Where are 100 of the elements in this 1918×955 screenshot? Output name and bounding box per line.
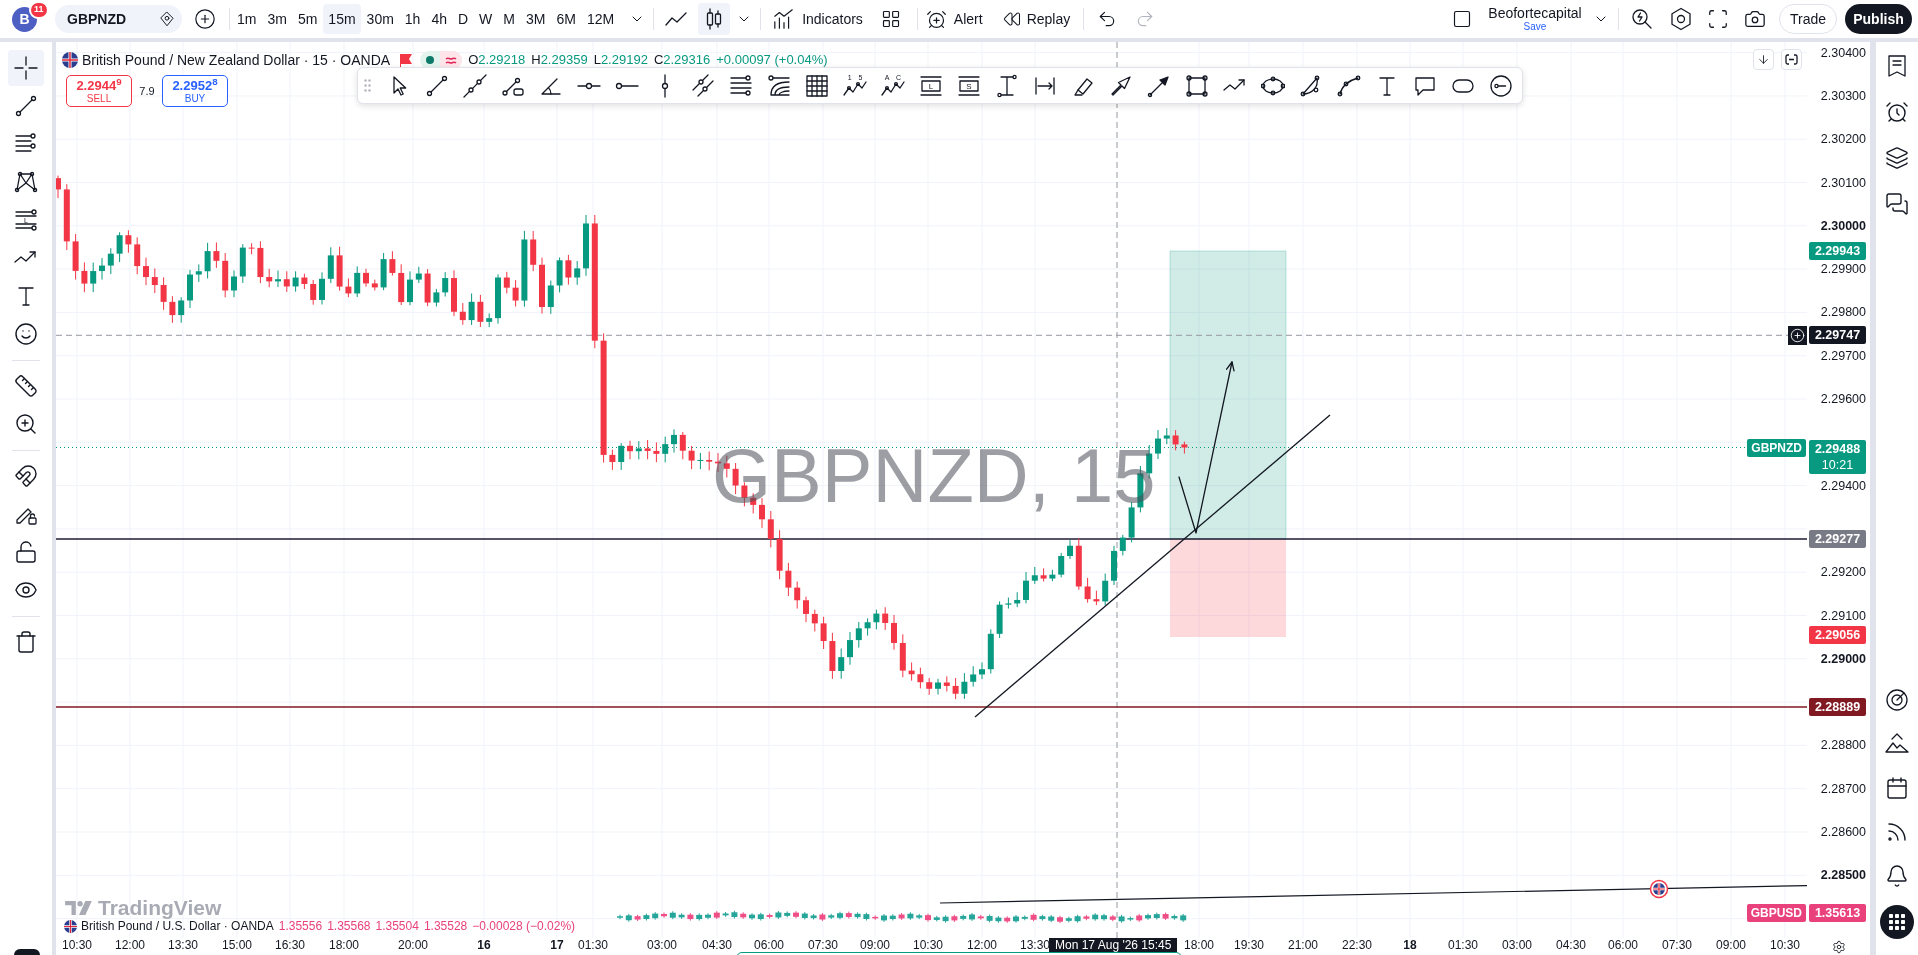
pattern-icon[interactable] (14, 170, 38, 194)
trash-icon[interactable] (14, 630, 38, 654)
interval-tab[interactable]: 1m (232, 4, 262, 34)
price-label: 2.28600 (1820, 824, 1866, 840)
alarm-clock-icon[interactable] (925, 8, 947, 30)
time-label: 06:00 (1608, 938, 1638, 952)
layout-square-icon[interactable] (1452, 9, 1472, 29)
diamond-icon[interactable] (158, 10, 176, 28)
frame-icon[interactable] (1785, 54, 1798, 65)
interval-tab[interactable]: 15m (323, 4, 361, 34)
publish-button[interactable]: Publish (1845, 4, 1912, 34)
time-label: 12:00 (115, 938, 145, 952)
indicators-icon[interactable] (773, 8, 796, 30)
interval-tab[interactable]: 12M (581, 4, 620, 34)
price-label: 2.28500 (1820, 867, 1866, 884)
save-link[interactable]: Save (1523, 22, 1547, 32)
layout-grid-icon[interactable] (880, 9, 901, 29)
alert-button[interactable]: Alert (925, 4, 983, 34)
sell-button[interactable]: 2.2944$^{9}$ SELL (66, 75, 132, 107)
price-label: 2.29900 (1820, 261, 1866, 278)
interval-tab[interactable]: 5m (292, 4, 323, 34)
price-tag: 2.29277 (1809, 530, 1866, 548)
interval-tab[interactable]: 1h (399, 4, 426, 34)
arrow-path[interactable] (1178, 361, 1235, 534)
mountains-icon[interactable] (1885, 732, 1909, 756)
spread-value: 7.9 (138, 83, 156, 99)
magnet-icon[interactable] (14, 464, 38, 488)
parallel-lines-icon[interactable] (691, 73, 715, 98)
alarm-clock-icon[interactable] (1885, 100, 1909, 124)
interval-tab[interactable]: W (474, 4, 498, 34)
profit-zone[interactable] (1169, 250, 1287, 540)
zoom-in-icon[interactable] (14, 412, 38, 436)
arc-icon[interactable] (1337, 73, 1361, 98)
signal-waves-icon[interactable] (1885, 820, 1909, 844)
apps-icon[interactable] (1880, 905, 1914, 939)
time-label: 10:30 (913, 938, 943, 952)
price-change: +0.00097 (+0.04%) (716, 51, 828, 70)
smiley-icon[interactable] (14, 322, 38, 346)
drag-handle-icon[interactable] (364, 79, 371, 92)
interval-tab[interactable]: 4h (426, 4, 452, 34)
interval-tab[interactable]: 3M (521, 4, 551, 34)
time-label: 20:00 (398, 938, 428, 952)
logo-icon (65, 899, 93, 916)
crosshair-time-label: Mon 17 Aug '26 15:45 (1049, 938, 1178, 952)
interval-tab[interactable]: D (453, 4, 474, 34)
crosshair-icon[interactable] (14, 56, 38, 80)
target-icon[interactable] (1885, 688, 1909, 712)
quick-search-icon[interactable] (1630, 7, 1654, 31)
settings-icon[interactable] (1669, 7, 1693, 31)
price-label: 2.28800 (1820, 737, 1866, 754)
flag-icon[interactable] (400, 53, 413, 67)
buy-button[interactable]: 2.2952$^{8}$ BUY (162, 75, 228, 107)
fib-lines-icon[interactable] (729, 73, 753, 98)
interval-tab[interactable]: 30m (361, 4, 399, 34)
trend-line-icon[interactable] (14, 94, 38, 118)
crosshair-button[interactable] (8, 50, 44, 86)
rewind-icon[interactable] (1002, 10, 1021, 28)
collapsed-panel-button[interactable] (14, 949, 40, 955)
settings-icon[interactable] (1831, 939, 1846, 954)
time-label: 17 (550, 938, 564, 952)
time-label: 01:30 (578, 938, 608, 952)
trend-line[interactable] (939, 885, 1807, 904)
price-label: 2.29700 (1820, 347, 1866, 364)
arrow-marker-icon[interactable] (1147, 73, 1171, 98)
price-label: 2.30000 (1820, 217, 1866, 234)
auto-fit-button[interactable] (1781, 49, 1802, 70)
time-label: 01:30 (1448, 938, 1478, 952)
ruler-icon[interactable] (14, 374, 38, 398)
interval-tab[interactable]: 6M (551, 4, 581, 34)
add-symbol-icon[interactable] (194, 8, 216, 30)
price-label: 2.29000 (1820, 650, 1866, 667)
flag-marker-icon[interactable] (1649, 879, 1669, 899)
layout-name[interactable]: Beofortecapital (1488, 6, 1582, 20)
ohlc-value: O2.29218 (468, 51, 526, 70)
fullscreen-icon[interactable] (1707, 8, 1729, 30)
interval-tab[interactable]: 3m (262, 4, 292, 34)
chat-icon[interactable] (1885, 192, 1909, 216)
camera-icon[interactable] (1744, 8, 1766, 30)
indicators-button[interactable]: Indicators (773, 4, 863, 34)
interval-tab[interactable]: M (498, 4, 520, 34)
calendar-icon[interactable] (1885, 776, 1909, 800)
symbol-search-button[interactable]: GBPNZD (55, 5, 182, 33)
trend-line-icon[interactable] (425, 73, 449, 98)
time-label: 19:30 (1234, 938, 1264, 952)
curved-lines-icon[interactable] (767, 73, 791, 98)
watchlist-icon[interactable] (1885, 54, 1909, 78)
price-label: 2.29800 (1820, 304, 1866, 321)
symbol-title[interactable]: British Pound / New Zealand Dollar · 15 · OANDA (82, 49, 391, 71)
bell-icon[interactable] (1885, 864, 1909, 888)
replay-button[interactable]: Replay (1002, 4, 1071, 34)
grid-icon[interactable] (805, 73, 829, 98)
layers-icon[interactable] (1885, 146, 1909, 170)
extended-line-icon[interactable] (463, 73, 487, 98)
circle-dot-icon[interactable] (1489, 73, 1513, 98)
rectangle-icon[interactable] (1185, 73, 1209, 98)
price-range-icon[interactable] (995, 73, 1019, 98)
time-label: 10:30 (62, 938, 92, 952)
time-label: 07:30 (808, 938, 838, 952)
ohlc-value: C2.29316 (653, 51, 711, 70)
unlock-icon[interactable] (14, 540, 38, 564)
